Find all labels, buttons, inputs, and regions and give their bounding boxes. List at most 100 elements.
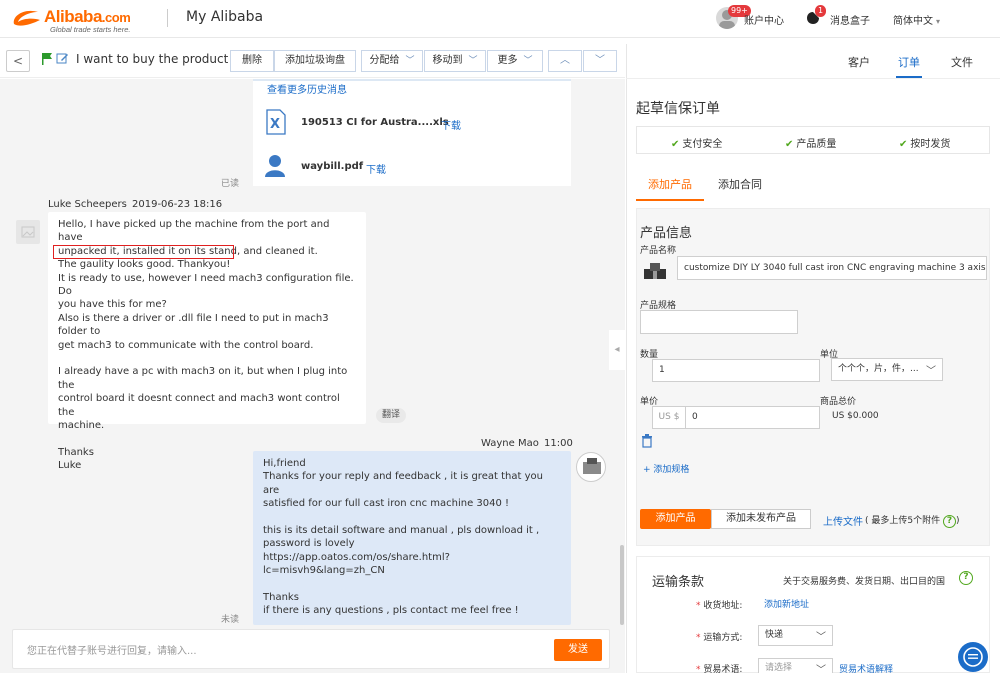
message-line: satisfied for our full cast iron cnc mac…	[263, 498, 510, 510]
ship-method-select[interactable]: 快递 ﹀	[758, 625, 833, 646]
image-placeholder-icon	[21, 226, 35, 238]
assign-label: 分配给	[369, 55, 400, 66]
add-unpublished-product-button[interactable]: 添加未发布产品	[711, 509, 811, 529]
back-button[interactable]: <	[6, 50, 30, 72]
message-line: Hello, I have picked up the machine from…	[58, 219, 333, 244]
message-line: password is lovely	[263, 538, 355, 550]
closing-paren: )	[955, 516, 960, 526]
shipping-hint: 关于交易服务费、发货日期、出口目的国	[783, 577, 946, 587]
message-line: https://app.oatos.com/os/share.html?lc=m…	[263, 551, 450, 577]
active-subtab-indicator	[636, 199, 704, 201]
help-icon[interactable]: ?	[959, 571, 973, 585]
edit-icon[interactable]	[56, 52, 69, 65]
tab-order[interactable]: 订单	[898, 54, 920, 70]
delete-button[interactable]: 删除	[230, 50, 274, 72]
next-message-button[interactable]: ﹀	[583, 50, 617, 72]
previous-message-button[interactable]: ︿	[548, 50, 582, 72]
chevron-down-icon: ﹀	[816, 632, 826, 643]
product-thumbnail-icon	[644, 263, 666, 279]
translate-button[interactable]: 翻译	[376, 408, 407, 423]
message-line: I already have a pc with mach3 on it, bu…	[58, 366, 351, 391]
add-product-button[interactable]: 添加产品	[640, 509, 711, 529]
message-line: machine.	[58, 420, 105, 432]
customer-message: Hello, I have picked up the machine from…	[48, 212, 366, 471]
ship-method-row: * 运输方式:	[696, 630, 742, 643]
unit-select[interactable]: 个个个，片，件，... ﹀	[831, 358, 943, 381]
guarantee-label: 支付安全	[682, 139, 723, 150]
reply-box: 您正在代替子账号进行回复，请输入... 发送	[12, 629, 610, 669]
trade-term-select[interactable]: 请选择 ﹀	[758, 658, 833, 673]
chat-support-button[interactable]	[958, 642, 988, 672]
add-spec-link[interactable]: + 添加规格	[643, 462, 689, 475]
add-address-link[interactable]: 添加新地址	[764, 597, 809, 610]
product-name-input[interactable]: customize DIY LY 3040 full cast iron CNC…	[677, 256, 987, 280]
more-dropdown[interactable]: 更多 ﹀	[487, 50, 543, 72]
upload-file-link[interactable]: 上传文件	[823, 513, 863, 528]
product-info-title: 产品信息	[640, 226, 693, 241]
unit-select-value: 个个个，片，件，...	[838, 364, 919, 374]
currency-prefix: US $	[653, 407, 686, 428]
tab-customer[interactable]: 客户	[848, 54, 870, 70]
trade-term-help-link[interactable]: 贸易术语解释	[839, 662, 893, 673]
message-line: control board it doesnt connect and mach…	[58, 393, 343, 418]
move-label: 移动到	[432, 55, 463, 66]
account-center-link[interactable]: 账户中心	[744, 12, 784, 27]
send-button[interactable]: 发送	[554, 639, 602, 661]
chevron-up-icon: ︿	[560, 55, 570, 66]
message-line: this is its detail software and manual ,…	[263, 525, 540, 537]
subtab-add-contract[interactable]: 添加合同	[718, 176, 762, 192]
upload-hint-text: ( 最多上传5个附件	[865, 516, 941, 526]
qty-input[interactable]: 1	[652, 359, 820, 382]
message-line: get mach3 to communicate with the contro…	[58, 339, 314, 351]
download-link[interactable]: 下载	[366, 161, 386, 176]
price-input[interactable]: US $ 0	[652, 406, 820, 429]
trash-icon[interactable]	[641, 434, 653, 448]
trade-term-label: 贸易术语:	[703, 665, 743, 673]
subtab-add-product[interactable]: 添加产品	[648, 176, 692, 192]
seller-message: Hi,friend Thanks for your reply and feedb…	[253, 451, 571, 625]
svg-text:X: X	[270, 117, 280, 132]
language-select[interactable]: 简体中文 ▾	[893, 12, 940, 27]
highlight-annotation	[53, 245, 234, 259]
address-label: 收货地址:	[703, 601, 743, 611]
guarantee-label: 按时发货	[910, 139, 951, 150]
message-badge: 1	[815, 5, 827, 17]
ship-method-label: 运输方式:	[703, 633, 743, 643]
guarantee-label: 产品质量	[796, 139, 837, 150]
download-link[interactable]: 下载	[441, 117, 461, 132]
message-line: Thanks	[263, 592, 299, 604]
total-label: 商品总价	[820, 397, 857, 407]
message-line: ​	[58, 352, 356, 365]
top-header: Alibaba.com Global trade starts here. My…	[0, 0, 1000, 38]
message-time: 2019-06-23 18:16	[132, 199, 223, 210]
assign-dropdown[interactable]: 分配给 ﹀	[361, 50, 423, 72]
message-sender: Wayne Mao	[481, 438, 539, 449]
move-dropdown[interactable]: 移动到 ﹀	[424, 50, 486, 72]
chevron-down-icon: ﹀	[468, 56, 478, 66]
alibaba-logo[interactable]: Alibaba.com Global trade starts here.	[10, 4, 160, 34]
more-history-link[interactable]: 查看更多历史消息	[267, 81, 347, 96]
logo-text: Alibaba	[44, 7, 102, 26]
collapse-panel-button[interactable]: ◂	[609, 330, 625, 370]
file-name[interactable]: waybill.pdf	[301, 161, 363, 172]
flag-icon[interactable]	[41, 52, 53, 66]
tab-files[interactable]: 文件	[951, 54, 973, 70]
guarantee-bar: ✔ 支付安全 ✔ 产品质量 ✔ 按时发货	[636, 126, 990, 154]
mark-spam-button[interactable]: 添加垃圾询盘	[274, 50, 356, 72]
page-title: My Alibaba	[186, 9, 264, 25]
file-name[interactable]: 190513 CI for Austra....xls	[301, 117, 449, 128]
chevron-down-icon: ﹀	[523, 56, 533, 66]
more-label: 更多	[497, 55, 518, 66]
message-line: you have this for me?	[58, 299, 167, 311]
reply-input[interactable]: 您正在代替子账号进行回复，请输入...	[27, 642, 197, 657]
check-icon: ✔	[785, 139, 794, 150]
chat-scrollbar[interactable]	[620, 545, 624, 625]
shipping-title: 运输条款	[652, 575, 705, 590]
address-row: * 收货地址:	[696, 598, 742, 611]
message-toolbar: < I want to buy the product y... 删除 添加垃圾…	[0, 44, 625, 78]
help-icon[interactable]: ?	[942, 515, 956, 528]
logo-suffix: .com	[101, 10, 131, 25]
message-box-link[interactable]: 消息盒子	[830, 12, 870, 27]
spec-input[interactable]	[640, 310, 798, 334]
tabs-divider	[626, 78, 1000, 79]
